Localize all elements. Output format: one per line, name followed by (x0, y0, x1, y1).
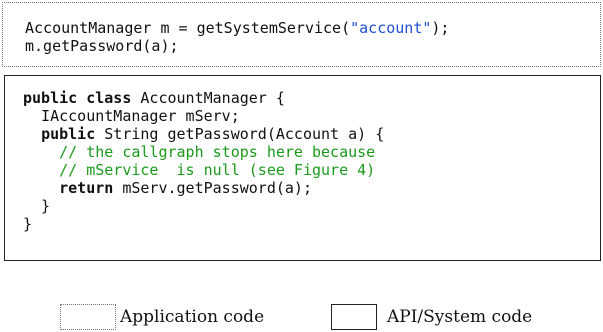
api-system-code-swatch (331, 304, 377, 330)
api-code-line-2: IAccountManager mServ; (23, 107, 240, 125)
comment-line-2: // mService is null (see Figure 4) (59, 161, 376, 179)
keyword-return: return (59, 179, 114, 197)
api-code-line-8: } (23, 215, 33, 233)
api-system-code-box: public class AccountManager { IAccountMa… (4, 75, 601, 261)
api-code-line-7: } (23, 197, 51, 215)
keyword-public-class: public class (23, 89, 132, 107)
application-code-box: AccountManager m = getSystemService("acc… (2, 2, 601, 67)
keyword-public: public (41, 125, 96, 143)
application-code-swatch (60, 304, 116, 330)
legend-application-label: Application code (120, 307, 265, 327)
comment-line-1: // the callgraph stops here because (59, 143, 376, 161)
api-code-line-1: public class AccountManager { (23, 89, 285, 107)
legend-application: Application code (60, 304, 264, 330)
api-code-line-3: public String getPassword(Account a) { (41, 125, 385, 143)
app-code-line-1: AccountManager m = getSystemService("acc… (25, 19, 450, 37)
api-code-snippet: public class AccountManager { IAccountMa… (23, 89, 384, 233)
api-code-line-6: return mServ.getPassword(a); (59, 179, 312, 197)
api-code-line-4: // the callgraph stops here because (23, 143, 375, 161)
legend-api-system: API/System code (331, 304, 581, 330)
api-code-line-5: // mService is null (see Figure 4) (23, 161, 375, 179)
account-string-literal: "account" (350, 19, 432, 37)
application-code-snippet: AccountManager m = getSystemService("acc… (25, 19, 449, 55)
legend-api-system-label: API/System code (387, 307, 533, 327)
app-code-line-2: m.getPassword(a); (25, 37, 179, 55)
